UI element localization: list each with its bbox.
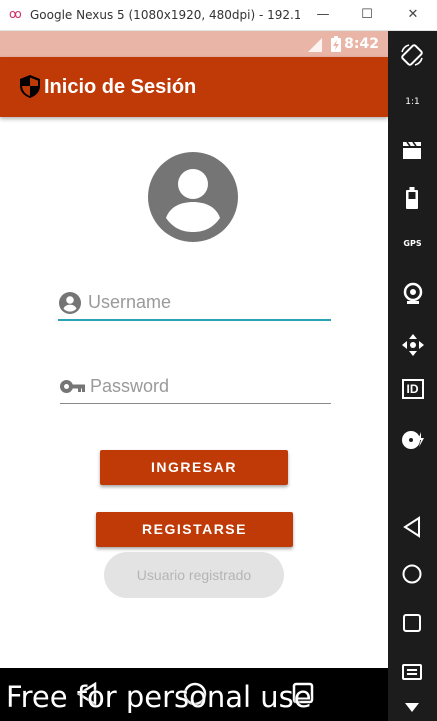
- app-icon: oo: [9, 7, 22, 21]
- id-icon: ID: [401, 379, 424, 399]
- one-to-one-icon: 1:1: [405, 97, 420, 107]
- watermark-text: Free for personal use: [6, 680, 312, 714]
- password-underline: [60, 403, 331, 404]
- battery-icon[interactable]: [406, 187, 418, 209]
- dpad-icon[interactable]: [401, 333, 425, 357]
- login-button[interactable]: INGRESAR: [100, 450, 288, 485]
- password-input[interactable]: Password: [90, 376, 169, 397]
- registered-user-button[interactable]: Usuario registrado: [104, 552, 284, 598]
- rotate-icon[interactable]: [400, 43, 424, 67]
- one-to-one-button[interactable]: 1:1: [388, 91, 437, 109]
- signal-icon: [308, 38, 322, 52]
- close-button[interactable]: ✕: [402, 4, 424, 26]
- account-circle-icon: [148, 152, 238, 242]
- password-field[interactable]: Password: [60, 373, 331, 405]
- battery-charging-icon: [331, 36, 341, 52]
- overview-icon[interactable]: [402, 613, 422, 633]
- maximize-button[interactable]: ☐: [356, 4, 378, 26]
- account-circle-icon: [59, 292, 81, 314]
- gps-icon: GPS: [403, 239, 422, 248]
- minimize-button[interactable]: —: [312, 4, 334, 26]
- media-icon[interactable]: [401, 429, 425, 451]
- username-field[interactable]: Username: [58, 289, 331, 321]
- emulator-side-panel: 1:1 GPS ID: [388, 31, 437, 721]
- status-time: 8:42: [344, 36, 379, 52]
- username-input[interactable]: Username: [88, 292, 171, 313]
- gps-button[interactable]: GPS: [388, 233, 437, 251]
- app-bar-title: Inicio de Sesión: [44, 76, 197, 98]
- camera-icon[interactable]: [402, 282, 424, 304]
- menu-icon[interactable]: [402, 664, 422, 680]
- phone-screen: 8:42 Inicio de Sesión Username Password …: [0, 31, 388, 721]
- shield-icon: [20, 75, 40, 98]
- status-bar: 8:42: [0, 31, 388, 57]
- home-icon[interactable]: [402, 564, 422, 584]
- window-title: Google Nexus 5 (1080x1920, 480dpi) - 192…: [30, 8, 300, 22]
- screenshot-icon[interactable]: [401, 139, 423, 161]
- back-icon[interactable]: [402, 516, 422, 538]
- register-button[interactable]: REGISTARSE: [96, 512, 293, 547]
- key-icon: [60, 380, 85, 393]
- window-title-bar: oo Google Nexus 5 (1080x1920, 480dpi) - …: [0, 0, 437, 31]
- username-underline: [58, 319, 331, 321]
- more-icon[interactable]: [405, 703, 419, 712]
- id-button[interactable]: ID: [388, 379, 437, 399]
- app-bar: Inicio de Sesión: [0, 57, 388, 117]
